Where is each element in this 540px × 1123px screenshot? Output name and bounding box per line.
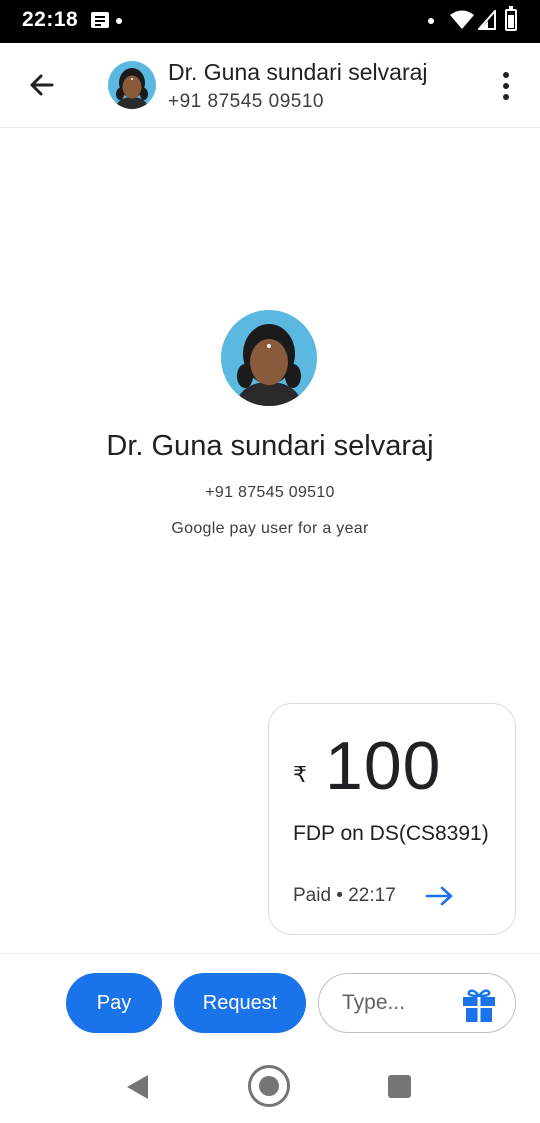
profile-name: Dr. Guna sundari selvaraj (106, 430, 434, 462)
arrow-forward-icon (425, 886, 453, 906)
status-bar: 22:18 (0, 0, 540, 43)
payment-card[interactable]: ₹ 100 FDP on DS(CS8391) Paid • 22:17 (268, 703, 516, 935)
pay-button[interactable]: Pay (66, 973, 162, 1033)
nav-home-icon[interactable] (248, 1065, 290, 1107)
message-placeholder: Type... (342, 991, 406, 1014)
wifi-icon (450, 10, 474, 29)
avatar[interactable] (108, 61, 156, 109)
request-button[interactable]: Request (174, 973, 306, 1033)
nav-back-icon[interactable] (126, 1074, 150, 1100)
dot-icon (116, 18, 122, 24)
dot-icon (428, 18, 434, 24)
app-bar: Dr. Guna sundari selvaraj +91 87545 0951… (0, 43, 540, 128)
nav-recents-icon[interactable] (388, 1075, 411, 1098)
message-input[interactable]: Type... (318, 973, 516, 1033)
payment-note: FDP on DS(CS8391) (293, 822, 489, 845)
contact-photo (108, 61, 156, 109)
currency-symbol: ₹ (293, 762, 307, 787)
contact-phone: +91 87545 09510 (168, 91, 324, 112)
profile-status: Google pay user for a year (171, 520, 369, 537)
contact-name[interactable]: Dr. Guna sundari selvaraj (168, 59, 428, 86)
contact-photo (221, 310, 317, 406)
notification-icon (91, 12, 109, 28)
battery-icon (505, 6, 517, 31)
payment-amount: 100 (325, 728, 442, 804)
profile-phone: +91 87545 09510 (205, 484, 335, 501)
more-vert-icon[interactable] (494, 69, 518, 103)
status-time: 22:18 (22, 8, 79, 31)
divider (0, 953, 540, 954)
gift-icon[interactable] (461, 987, 497, 1023)
payment-status: Paid • 22:17 (293, 885, 396, 906)
arrow-back-icon[interactable] (22, 65, 62, 105)
signal-icon (478, 10, 496, 30)
profile-avatar (221, 310, 317, 406)
